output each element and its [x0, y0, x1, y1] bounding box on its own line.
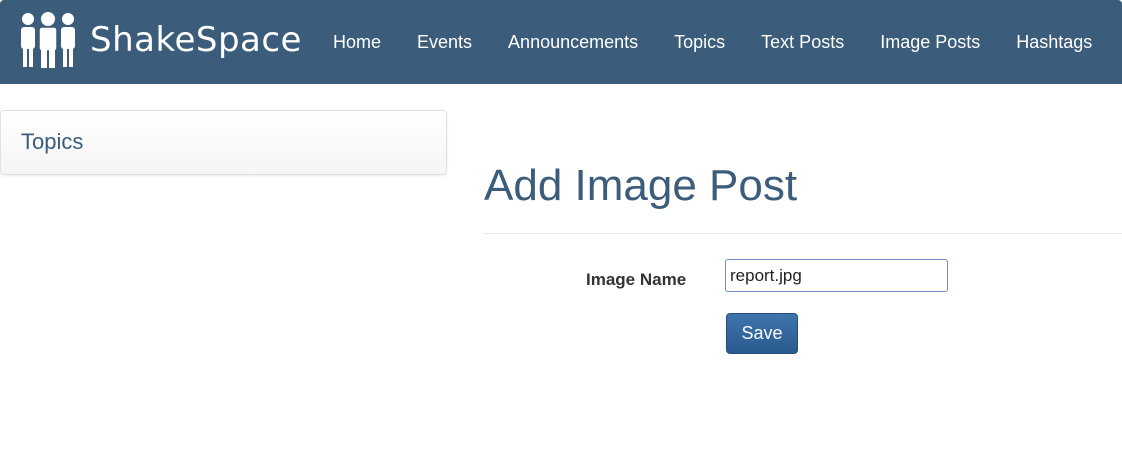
page-title: Add Image Post — [484, 161, 798, 210]
save-button[interactable]: Save — [726, 313, 798, 354]
nav-link-image-posts[interactable]: Image Posts — [862, 0, 998, 84]
people-group-icon — [21, 12, 75, 68]
topics-panel-title: Topics — [21, 129, 84, 154]
title-divider — [484, 233, 1122, 234]
nav-link-topics[interactable]: Topics — [656, 0, 743, 84]
topics-panel: Topics — [0, 110, 447, 175]
nav-link-announcements[interactable]: Announcements — [490, 0, 656, 84]
image-name-input[interactable] — [725, 259, 948, 292]
top-navbar: ShakeSpace Home Events Announcements Top… — [0, 0, 1122, 84]
nav-link-text-posts[interactable]: Text Posts — [743, 0, 862, 84]
brand-name: ShakeSpace — [90, 20, 302, 60]
nav-link-events[interactable]: Events — [399, 0, 490, 84]
nav-menu: Home Events Announcements Topics Text Po… — [315, 0, 1110, 84]
nav-link-hashtags[interactable]: Hashtags — [998, 0, 1110, 84]
brand[interactable]: ShakeSpace — [20, 12, 302, 68]
nav-link-home[interactable]: Home — [315, 0, 399, 84]
image-name-label: Image Name — [586, 270, 687, 289]
